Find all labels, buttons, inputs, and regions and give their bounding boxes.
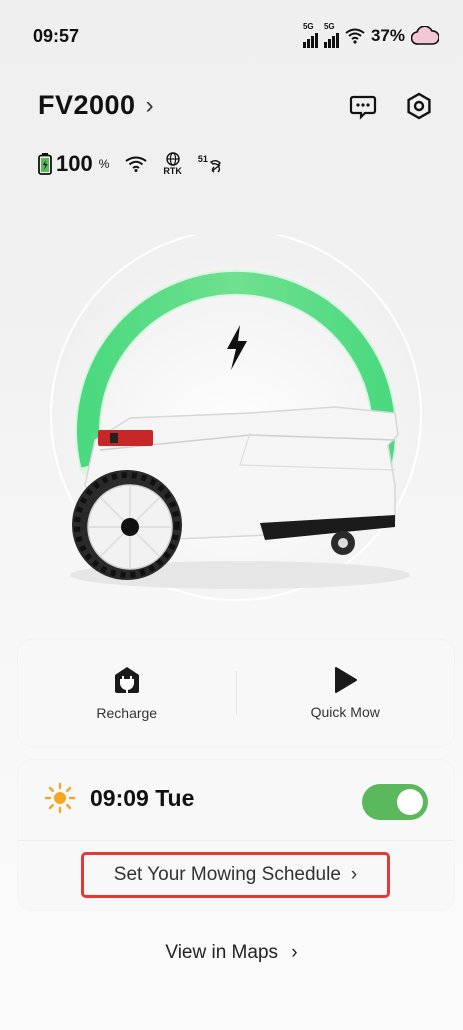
mower-battery-value: 100: [56, 151, 93, 176]
status-bar: 09:57 5G 5G 37%: [0, 0, 463, 70]
status-row: 100% RTK 51: [38, 151, 224, 177]
status-icons: 5G 5G 37%: [302, 22, 439, 48]
wifi-icon: [125, 156, 147, 172]
header-actions: [349, 92, 433, 120]
chevron-right-icon: ›: [145, 91, 154, 119]
recharge-icon: [114, 667, 139, 693]
network-type-label-2: 5G: [323, 22, 335, 31]
mower-hero: [0, 229, 463, 615]
mower-battery-unit: %: [98, 157, 110, 171]
status-time: 09:57: [33, 26, 80, 46]
set-mowing-schedule-link[interactable]: Set Your Mowing Schedule ›: [81, 852, 390, 898]
cloud-icon: [411, 26, 439, 45]
quick-mow-label: Quick Mow: [310, 704, 380, 720]
schedule-divider: [18, 840, 454, 841]
schedule-card: 09:09 Tue Set Your Mowing Schedule ›: [18, 760, 454, 910]
set-schedule-label: Set Your Mowing Schedule: [113, 864, 341, 885]
toggle-knob: [397, 789, 423, 815]
satellite-icon: [209, 160, 221, 173]
settings-icon[interactable]: [405, 92, 433, 120]
chevron-right-icon: ›: [350, 864, 358, 885]
device-header[interactable]: FV2000 ›: [38, 90, 154, 121]
rtk-label: RTK: [163, 166, 182, 176]
mower-image: [70, 406, 410, 589]
rtk-status: RTK: [163, 152, 182, 176]
quick-mow-button[interactable]: Quick Mow: [237, 640, 455, 746]
schedule-summary: 09:09 Tue: [44, 782, 194, 814]
chevron-right-icon: ›: [291, 942, 298, 963]
recharge-button[interactable]: Recharge: [18, 640, 236, 746]
schedule-time: 09:09 Tue: [90, 784, 195, 811]
battery-icon: [38, 153, 52, 175]
device-name: FV2000: [38, 90, 136, 120]
satellite-count: 51: [197, 154, 208, 164]
recharge-label: Recharge: [96, 705, 158, 721]
wifi-icon: [345, 28, 365, 44]
quick-actions-card: Recharge Quick Mow: [18, 640, 454, 746]
view-in-maps-label: View in Maps: [165, 942, 279, 963]
charging-gauge: [50, 229, 422, 601]
battery-status: 100%: [38, 151, 109, 177]
cellular-signal-icon: 5G: [302, 22, 318, 48]
schedule-toggle[interactable]: [362, 784, 428, 820]
cellular-signal-icon-2: 5G: [323, 22, 339, 48]
satellite-status: 51: [198, 154, 224, 174]
message-icon[interactable]: [349, 92, 377, 120]
sun-icon: [44, 782, 76, 814]
view-in-maps-link[interactable]: View in Maps ›: [0, 942, 463, 964]
battery-percent: 37%: [370, 26, 405, 45]
network-type-label: 5G: [302, 22, 314, 31]
globe-icon: [165, 152, 180, 166]
play-icon: [335, 667, 358, 693]
